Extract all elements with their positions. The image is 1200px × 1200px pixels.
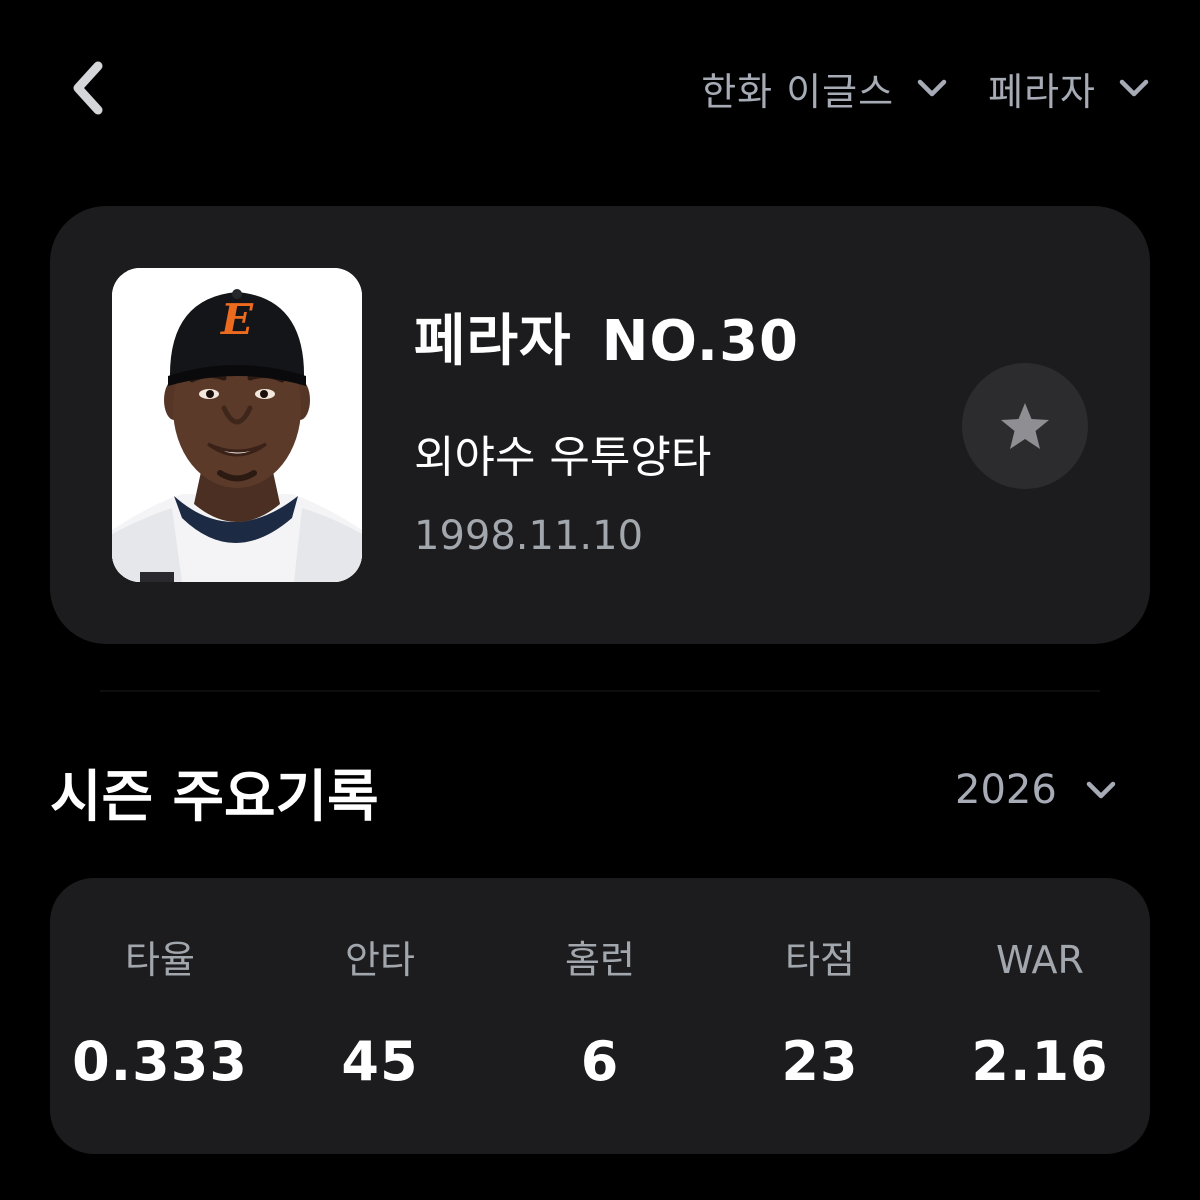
chevron-down-icon xyxy=(1119,79,1149,97)
player-select-label: 페라자 xyxy=(988,69,1096,114)
chevron-left-icon xyxy=(73,61,103,115)
player-detail-screen: 한화 이글스 페라자 E 페라자 NO.30 외야수 우투양타 1998.11.… xyxy=(0,0,1200,1200)
stat-label: 안타 xyxy=(345,938,415,982)
season-year-label: 2026 xyxy=(955,767,1057,813)
stat-home-runs: 홈런 6 xyxy=(490,930,710,1093)
stat-war: WAR 2.16 xyxy=(930,930,1150,1093)
player-birthdate: 1998.11.10 xyxy=(414,513,644,559)
stat-label: WAR xyxy=(996,938,1084,982)
section-divider xyxy=(100,690,1100,692)
back-button[interactable] xyxy=(60,56,116,120)
stat-label: 홈런 xyxy=(565,938,635,982)
stat-label: 타점 xyxy=(785,938,855,982)
stat-label: 타율 xyxy=(125,938,195,982)
player-number: NO.30 xyxy=(601,309,800,374)
season-year-select[interactable]: 2026 xyxy=(955,762,1117,818)
team-select[interactable]: 한화 이글스 xyxy=(701,61,948,116)
team-select-label: 한화 이글스 xyxy=(701,69,895,114)
stat-value: 45 xyxy=(341,1030,419,1093)
stat-value: 23 xyxy=(781,1030,859,1093)
player-portrait: E xyxy=(112,268,362,582)
player-photo: E xyxy=(112,268,362,582)
stat-value: 2.16 xyxy=(971,1030,1109,1093)
player-select[interactable]: 페라자 xyxy=(988,61,1150,116)
stat-hits: 안타 45 xyxy=(270,930,490,1093)
star-icon xyxy=(1001,403,1049,449)
chevron-down-icon xyxy=(917,79,947,97)
chevron-down-icon xyxy=(1086,781,1116,799)
stat-rbi: 타점 23 xyxy=(710,930,930,1093)
top-selectors: 한화 이글스 페라자 xyxy=(701,60,1150,116)
stat-value: 6 xyxy=(580,1030,620,1093)
player-name-line: 페라자 NO.30 xyxy=(414,296,799,377)
player-card: E 페라자 NO.30 외야수 우투양타 1998.11.10 xyxy=(50,206,1150,644)
favorite-button[interactable] xyxy=(962,363,1088,489)
season-stats-card: 타율 0.333 안타 45 홈런 6 타점 23 WAR 2.16 xyxy=(50,878,1150,1154)
player-name: 페라자 xyxy=(414,309,572,374)
season-section-title: 시즌 주요기록 xyxy=(50,765,379,830)
stat-value: 0.333 xyxy=(72,1030,248,1093)
player-position: 외야수 우투양타 xyxy=(414,432,712,483)
cap-logo: E xyxy=(220,295,254,344)
stat-batting-average: 타율 0.333 xyxy=(50,930,270,1093)
